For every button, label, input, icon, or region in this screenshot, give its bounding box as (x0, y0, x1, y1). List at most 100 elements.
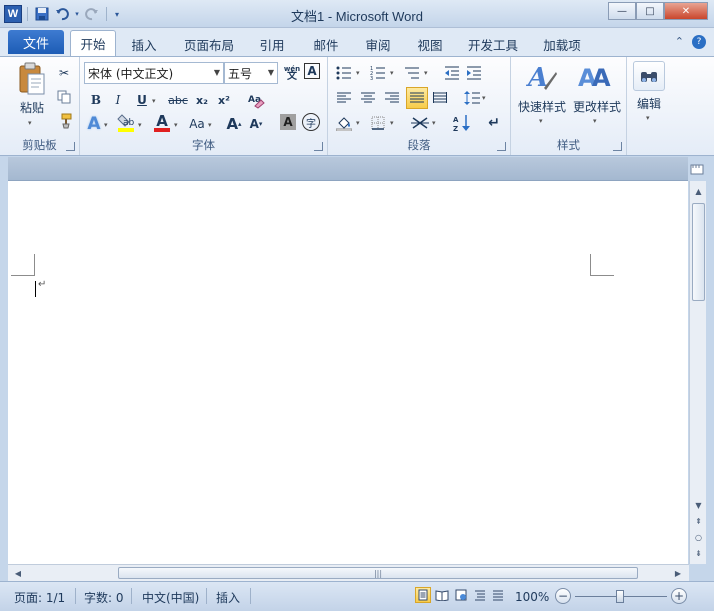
horizontal-scroll-thumb[interactable]: ||| (118, 567, 638, 579)
vertical-scrollbar[interactable]: ▲ ▼ ⇞ ○ ⇟ (689, 181, 706, 564)
language-status[interactable]: 中文(中国) (142, 588, 199, 606)
borders-icon[interactable] (368, 113, 388, 133)
close-button[interactable]: ✕ (664, 2, 708, 20)
shrink-font-button[interactable]: A ▾ (246, 114, 266, 134)
line-spacing-icon[interactable] (462, 88, 482, 108)
font-size-combo[interactable]: 五号 ▼ (224, 62, 278, 84)
chinese-layout-dropdown-icon[interactable]: ▾ (432, 119, 436, 127)
scroll-right-icon[interactable]: ▶ (670, 565, 686, 581)
show-formatting-marks-icon[interactable]: ↵ (484, 113, 504, 133)
change-styles-icon[interactable]: AA (577, 60, 613, 96)
tab-references[interactable]: 引用 (252, 32, 292, 56)
previous-page-icon[interactable]: ⇞ (690, 513, 707, 529)
grow-font-button[interactable]: A ▴ (224, 114, 244, 134)
horizontal-scrollbar[interactable]: ◀ ||| ▶ (8, 564, 689, 581)
cut-icon[interactable]: ✂ (54, 63, 74, 83)
copy-icon[interactable] (54, 87, 74, 107)
shading-dropdown-icon[interactable]: ▾ (356, 119, 360, 127)
tab-view[interactable]: 视图 (410, 32, 450, 56)
quick-styles-label[interactable]: 快速样式 (513, 98, 571, 115)
phonetic-guide-icon[interactable]: wén 文 (282, 63, 302, 83)
paste-button-label[interactable]: 粘贴 (12, 99, 52, 116)
maximize-button[interactable]: □ (636, 2, 664, 20)
change-case-button[interactable]: Aa (186, 114, 208, 134)
quick-styles-icon[interactable]: A (525, 60, 559, 96)
highlight-dropdown-icon[interactable]: ▾ (138, 121, 142, 129)
distributed-icon[interactable] (430, 88, 450, 108)
outline-view-icon[interactable] (472, 587, 488, 603)
tab-developer[interactable]: 开发工具 (462, 32, 524, 56)
italic-button[interactable]: I (108, 90, 128, 110)
borders-dropdown-icon[interactable]: ▾ (390, 119, 394, 127)
next-page-icon[interactable]: ⇟ (690, 545, 707, 561)
draft-view-icon[interactable] (490, 587, 506, 603)
font-size-dropdown-icon[interactable]: ▼ (268, 68, 274, 77)
bullets-dropdown-icon[interactable]: ▾ (356, 69, 360, 77)
enclose-characters-button[interactable]: 字 (302, 113, 320, 131)
multilevel-dropdown-icon[interactable]: ▾ (424, 69, 428, 77)
tab-add-ins[interactable]: 加载项 (536, 32, 588, 56)
vertical-scroll-thumb[interactable] (692, 203, 705, 301)
format-painter-icon[interactable] (54, 111, 74, 131)
chinese-layout-icon[interactable] (410, 113, 430, 133)
zoom-slider-thumb[interactable] (616, 590, 624, 603)
increase-indent-icon[interactable] (464, 63, 484, 83)
tab-home[interactable]: 开始 (70, 30, 116, 56)
full-screen-reading-view-icon[interactable] (434, 587, 450, 603)
font-color-button[interactable]: A (152, 113, 172, 133)
underline-button[interactable]: U (132, 90, 152, 110)
print-layout-view-icon[interactable] (415, 587, 431, 603)
minimize-button[interactable]: — (608, 2, 636, 20)
tab-mailings[interactable]: 邮件 (306, 32, 346, 56)
minimize-ribbon-icon[interactable]: ⌃ (675, 35, 684, 49)
align-right-icon[interactable] (382, 88, 402, 108)
font-name-dropdown-icon[interactable]: ▼ (214, 68, 220, 77)
sort-icon[interactable]: AZ (452, 113, 472, 133)
bold-button[interactable]: B (86, 90, 106, 110)
bullets-icon[interactable] (334, 63, 354, 83)
paragraph-launcher-icon[interactable] (497, 142, 506, 151)
select-browse-object-icon[interactable]: ○ (690, 529, 707, 545)
scroll-down-icon[interactable]: ▼ (690, 497, 707, 513)
scroll-up-icon[interactable]: ▲ (690, 183, 707, 199)
page-count-status[interactable]: 页面: 1/1 (14, 588, 65, 606)
tab-insert[interactable]: 插入 (124, 32, 164, 56)
help-icon[interactable]: ? (692, 35, 706, 49)
styles-launcher-icon[interactable] (613, 142, 622, 151)
document-page[interactable]: ↵ (8, 181, 688, 564)
zoom-in-button[interactable]: + (671, 588, 687, 604)
editing-button-label[interactable]: 编辑 (629, 95, 669, 112)
decrease-indent-icon[interactable] (442, 63, 462, 83)
superscript-button[interactable]: x² (214, 90, 234, 110)
strikethrough-button[interactable]: abc (166, 90, 190, 110)
font-name-combo[interactable]: 宋体 (中文正文) ▼ (84, 62, 224, 84)
font-launcher-icon[interactable] (314, 142, 323, 151)
highlight-button[interactable]: ab (116, 113, 136, 133)
justify-icon[interactable] (406, 87, 428, 109)
word-count-status[interactable]: 字数: 0 (84, 588, 124, 606)
numbering-dropdown-icon[interactable]: ▾ (390, 69, 394, 77)
editing-dropdown-icon[interactable]: ▾ (646, 114, 650, 122)
tab-review[interactable]: 审阅 (358, 32, 398, 56)
quick-styles-dropdown-icon[interactable]: ▾ (539, 117, 543, 125)
numbering-icon[interactable]: 123 (368, 63, 388, 83)
align-left-icon[interactable] (334, 88, 354, 108)
shading-icon[interactable] (334, 113, 354, 133)
character-border-icon[interactable]: A (304, 63, 320, 79)
change-styles-label[interactable]: 更改样式 (569, 98, 625, 115)
line-spacing-dropdown-icon[interactable]: ▾ (482, 94, 486, 102)
underline-dropdown-icon[interactable]: ▾ (152, 97, 156, 105)
character-shading-button[interactable]: A (280, 114, 296, 130)
paste-icon[interactable] (14, 61, 50, 97)
scroll-left-icon[interactable]: ◀ (10, 565, 26, 581)
zoom-out-button[interactable]: − (555, 588, 571, 604)
clear-formatting-icon[interactable]: Aa (246, 90, 266, 110)
insert-mode-status[interactable]: 插入 (216, 588, 240, 606)
font-color-dropdown-icon[interactable]: ▾ (174, 121, 178, 129)
find-binoculars-icon[interactable] (633, 61, 665, 91)
change-case-dropdown-icon[interactable]: ▾ (208, 121, 212, 129)
text-effects-button[interactable]: A (84, 114, 104, 134)
align-center-icon[interactable] (358, 88, 378, 108)
view-ruler-icon[interactable] (690, 162, 704, 176)
paste-dropdown-icon[interactable]: ▾ (28, 119, 32, 127)
